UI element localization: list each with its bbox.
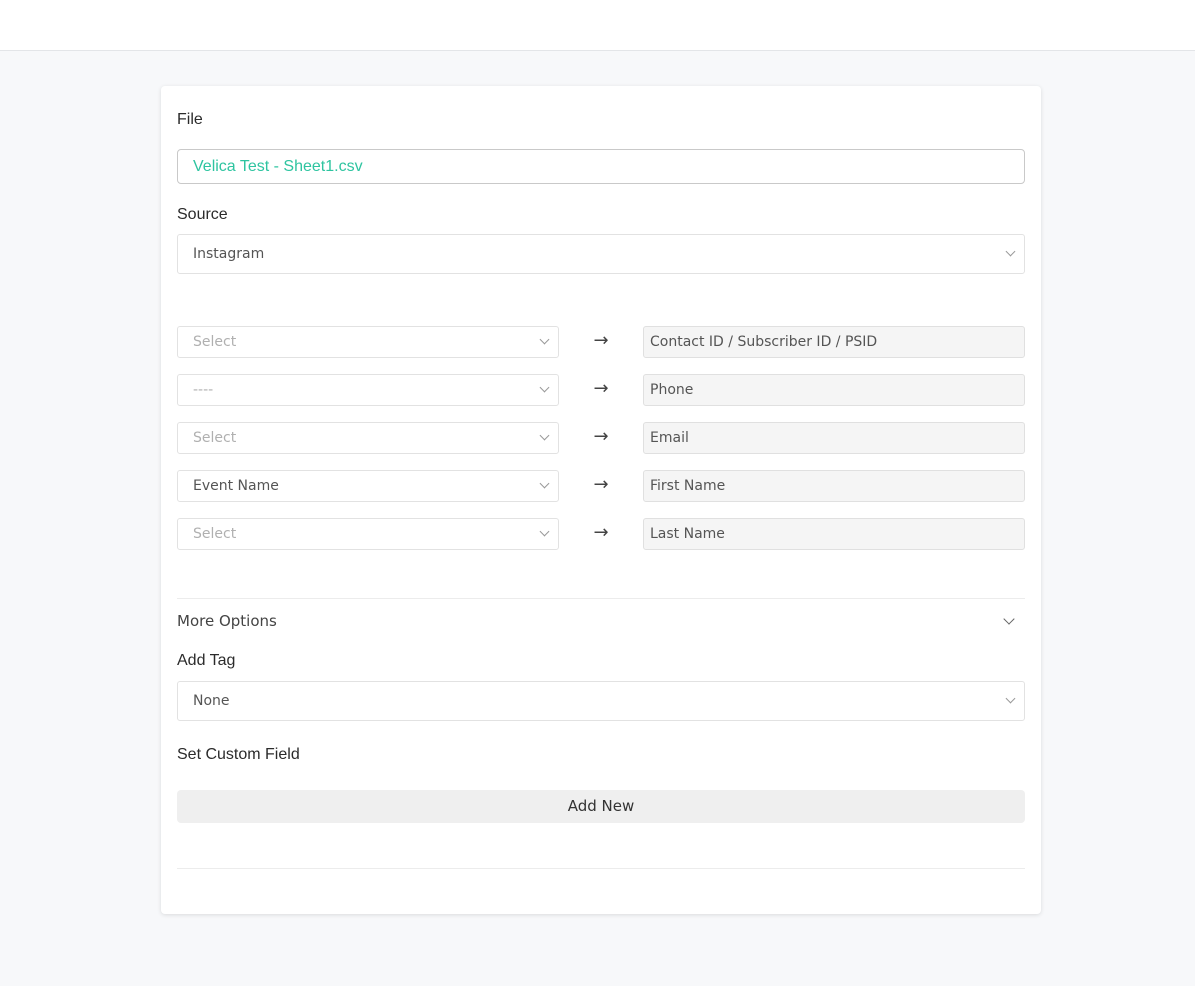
mapping-target-field: First Name xyxy=(643,470,1025,502)
mapping-select-value: Select xyxy=(193,334,237,350)
source-label: Source xyxy=(177,206,228,223)
mapping-column-select[interactable]: Select xyxy=(177,518,559,550)
mapping-target-field: Contact ID / Subscriber ID / PSID xyxy=(643,326,1025,358)
mapping-column-select[interactable]: Event Name xyxy=(177,470,559,502)
divider xyxy=(177,868,1025,869)
file-field[interactable]: Velica Test - Sheet1.csv xyxy=(177,149,1025,184)
divider xyxy=(177,598,1025,599)
arrow-right-icon: → xyxy=(593,522,609,543)
arrow-right-icon: → xyxy=(593,378,609,399)
chevron-down-icon xyxy=(1003,613,1015,625)
chevron-down-icon xyxy=(539,526,550,537)
add-tag-value: None xyxy=(193,693,230,709)
source-select[interactable]: Instagram xyxy=(177,234,1025,274)
chevron-down-icon xyxy=(539,478,550,489)
mapping-target-field: Email xyxy=(643,422,1025,454)
mapping-target-field: Phone xyxy=(643,374,1025,406)
arrow-right-icon: → xyxy=(593,426,609,447)
source-select-value: Instagram xyxy=(193,246,265,262)
import-form-card: File Velica Test - Sheet1.csv Source Ins… xyxy=(161,86,1041,914)
mapping-column-select[interactable]: Select xyxy=(177,422,559,454)
chevron-down-icon xyxy=(1005,693,1016,704)
top-bar xyxy=(0,0,1195,51)
mapping-row-first-name: Event Name → First Name xyxy=(177,470,1025,502)
add-tag-label: Add Tag xyxy=(177,652,236,669)
file-label: File xyxy=(177,111,203,128)
arrow-right-icon: → xyxy=(593,330,609,351)
add-tag-select[interactable]: None xyxy=(177,681,1025,721)
mapping-row-last-name: Select → Last Name xyxy=(177,518,1025,550)
mapping-select-value: Select xyxy=(193,430,237,446)
chevron-down-icon xyxy=(539,334,550,345)
add-new-button[interactable]: Add New xyxy=(177,790,1025,823)
mapping-select-value: ---- xyxy=(193,382,214,398)
more-options-label: More Options xyxy=(177,612,277,630)
more-options-toggle[interactable]: More Options xyxy=(177,612,1025,634)
mapping-select-value: Select xyxy=(193,526,237,542)
custom-field-label: Set Custom Field xyxy=(177,746,300,763)
mapping-column-select[interactable]: Select xyxy=(177,326,559,358)
chevron-down-icon xyxy=(1005,246,1016,257)
mapping-row-contact-id: Select → Contact ID / Subscriber ID / PS… xyxy=(177,326,1025,358)
mapping-column-select[interactable]: ---- xyxy=(177,374,559,406)
mapping-row-phone: ---- → Phone xyxy=(177,374,1025,406)
mapping-row-email: Select → Email xyxy=(177,422,1025,454)
mapping-select-value: Event Name xyxy=(193,478,279,494)
chevron-down-icon xyxy=(539,430,550,441)
mapping-target-field: Last Name xyxy=(643,518,1025,550)
arrow-right-icon: → xyxy=(593,474,609,495)
chevron-down-icon xyxy=(539,382,550,393)
